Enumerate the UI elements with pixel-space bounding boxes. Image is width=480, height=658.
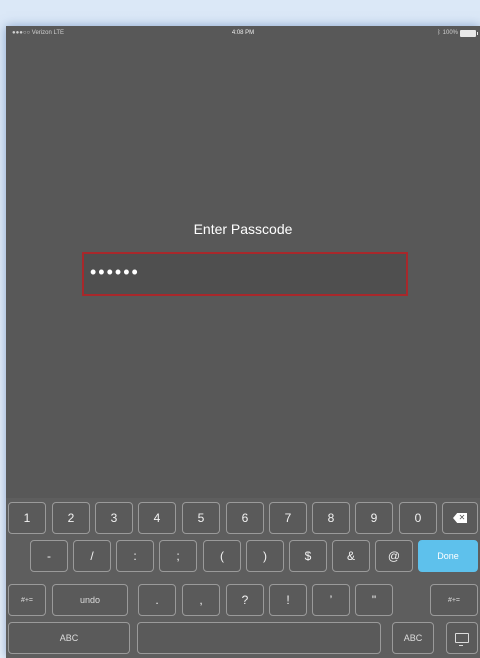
key-period[interactable]: . bbox=[138, 584, 176, 616]
status-time: 4:08 PM bbox=[231, 30, 255, 36]
key-8[interactable]: 8 bbox=[312, 502, 350, 534]
key-9[interactable]: 9 bbox=[355, 502, 393, 534]
symbols-shift-key-left[interactable]: #+= bbox=[8, 584, 46, 616]
key-open-paren[interactable]: ( bbox=[203, 540, 241, 572]
key-exclamation[interactable]: ! bbox=[269, 584, 307, 616]
battery-icon bbox=[460, 29, 478, 37]
keyboard-row-4: ABC ABC bbox=[6, 622, 480, 654]
key-at[interactable]: @ bbox=[375, 540, 413, 572]
done-button[interactable]: Done bbox=[418, 540, 478, 572]
abc-key-left[interactable]: ABC bbox=[8, 622, 130, 654]
keyboard-row-2: - / : ; ( ) $ & @ Done bbox=[6, 540, 480, 572]
passcode-prompt: Enter Passcode bbox=[193, 221, 293, 237]
keyboard-dismiss-icon bbox=[455, 633, 469, 646]
key-5[interactable]: 5 bbox=[182, 502, 220, 534]
key-comma[interactable]: , bbox=[182, 584, 220, 616]
key-dollar[interactable]: $ bbox=[289, 540, 327, 572]
key-ampersand[interactable]: & bbox=[332, 540, 370, 572]
dismiss-keyboard-key[interactable] bbox=[446, 622, 478, 654]
keyboard-row-1: 1 2 3 4 5 6 7 8 9 0 ✕ bbox=[6, 502, 480, 534]
keyboard: 1 2 3 4 5 6 7 8 9 0 ✕ - / : ; ( ) $ & @ … bbox=[6, 498, 480, 658]
key-4[interactable]: 4 bbox=[138, 502, 176, 534]
key-colon[interactable]: : bbox=[116, 540, 154, 572]
passcode-dots: •••••• bbox=[90, 262, 140, 282]
abc-key-right[interactable]: ABC bbox=[392, 622, 434, 654]
status-right: ᛒ 100% bbox=[437, 26, 478, 40]
key-3[interactable]: 3 bbox=[95, 502, 133, 534]
bluetooth-icon: ᛒ bbox=[437, 30, 441, 36]
key-0[interactable]: 0 bbox=[399, 502, 437, 534]
battery-percent: 100% bbox=[442, 30, 458, 36]
key-6[interactable]: 6 bbox=[226, 502, 264, 534]
key-7[interactable]: 7 bbox=[269, 502, 307, 534]
keyboard-row-3: #+= undo . , ? ! ’ " #+= bbox=[6, 584, 480, 616]
symbols-shift-key-right[interactable]: #+= bbox=[430, 584, 478, 616]
key-semicolon[interactable]: ; bbox=[159, 540, 197, 572]
key-2[interactable]: 2 bbox=[52, 502, 90, 534]
undo-key[interactable]: undo bbox=[52, 584, 128, 616]
key-close-paren[interactable]: ) bbox=[246, 540, 284, 572]
key-apostrophe[interactable]: ’ bbox=[312, 584, 350, 616]
backspace-icon: ✕ bbox=[453, 513, 467, 523]
lock-screen: ●●●○○ Verizon LTE 4:08 PM ᛒ 100% Enter P… bbox=[6, 26, 480, 658]
key-1[interactable]: 1 bbox=[8, 502, 46, 534]
key-hyphen[interactable]: - bbox=[30, 540, 68, 572]
status-bar: ●●●○○ Verizon LTE 4:08 PM ᛒ 100% bbox=[6, 26, 480, 40]
key-quote[interactable]: " bbox=[355, 584, 393, 616]
key-slash[interactable]: / bbox=[73, 540, 111, 572]
space-bar[interactable] bbox=[137, 622, 381, 654]
passcode-field[interactable]: •••••• bbox=[82, 252, 408, 296]
delete-key[interactable]: ✕ bbox=[442, 502, 478, 534]
key-question[interactable]: ? bbox=[226, 584, 264, 616]
